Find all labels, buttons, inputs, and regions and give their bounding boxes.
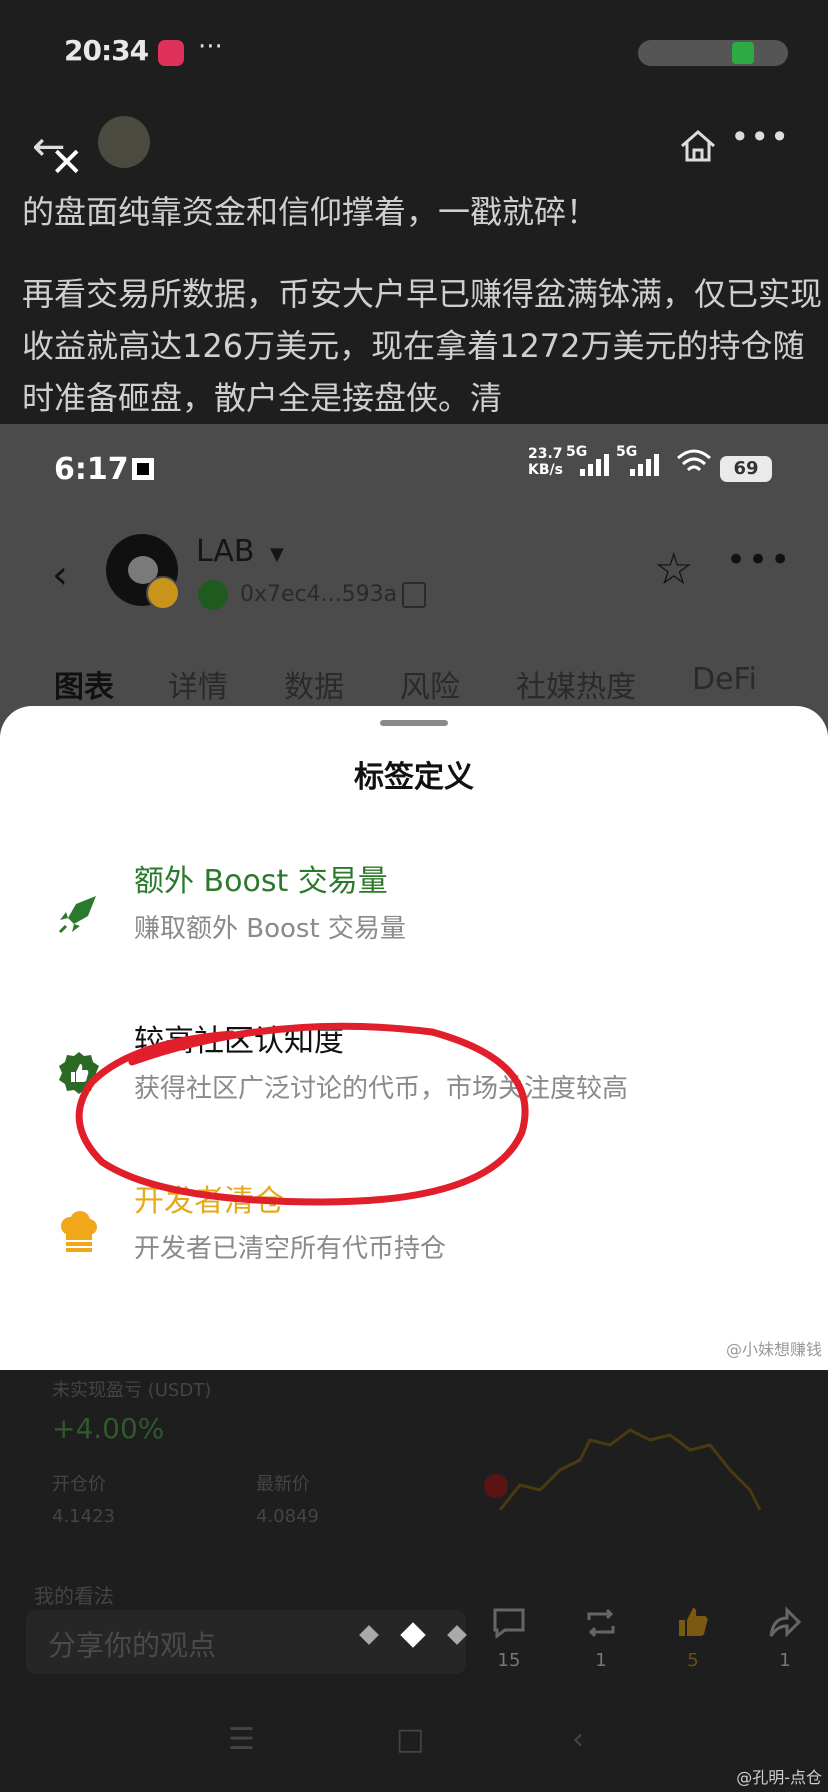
battery-icon: 69 [720, 456, 772, 482]
inner-clock: 6:17 [54, 452, 129, 487]
tab-social[interactable]: 社媒热度 [516, 662, 636, 706]
outer-nav-bar: ← ✕ ••• [0, 110, 828, 190]
red-circle-annotation [75, 1022, 529, 1206]
thumbs-up-badge-icon [198, 580, 228, 610]
signal-icon [630, 454, 662, 476]
tag-description: 开发者已清空所有代币持仓 [134, 1234, 447, 1264]
open-price-label: 开仓价 [52, 1474, 106, 1495]
rocket-icon [58, 896, 96, 934]
contract-address: 0x7ec4...593a [240, 582, 398, 607]
token-name[interactable]: LAB [196, 534, 255, 569]
back-nav-icon[interactable]: ‹ [572, 1722, 584, 1757]
star-icon[interactable]: ☆ [654, 544, 693, 595]
sheet-drag-handle[interactable] [380, 720, 448, 726]
my-view-section: 我的看法 [34, 1584, 114, 1608]
tab-risk[interactable]: 风险 [400, 662, 460, 706]
wifi-icon [677, 449, 711, 472]
outer-status-bar: 20:34 ··· [0, 0, 828, 100]
watermark: @孔明-点仓 [736, 1768, 822, 1787]
image-pager[interactable] [358, 1622, 478, 1650]
comment-button[interactable]: 15 [484, 1606, 534, 1671]
article-paragraph: 的盘面纯靠资金和信仰撑着，一戳就碎！ [22, 193, 599, 231]
embedded-screenshot: 6:17 23.7 KB/s 5G 5G 69 ‹ LAB ▼ 0x7ec4...… [0, 424, 828, 1370]
more-icon[interactable]: ••• [730, 118, 790, 156]
tab-data[interactable]: 数据 [284, 662, 344, 706]
tab-details[interactable]: 详情 [168, 662, 228, 706]
repost-button[interactable]: 1 [576, 1606, 626, 1671]
comment-count: 15 [497, 1650, 521, 1671]
watermark: @小妹想赚钱 [725, 1340, 822, 1359]
menu-nav-icon[interactable]: ☰ [228, 1722, 255, 1757]
chain-badge-icon [146, 576, 180, 610]
pager-dot[interactable] [359, 1625, 379, 1645]
net-speed: 23.7 KB/s [528, 446, 563, 478]
repost-icon [587, 1608, 615, 1638]
dropdown-caret-icon[interactable]: ▼ [270, 544, 284, 565]
tag-description: 赚取额外 Boost 交易量 [134, 914, 406, 944]
qr-icon [132, 458, 154, 480]
copy-icon[interactable] [402, 582, 426, 608]
pnl-percent: +4.00% [52, 1412, 165, 1445]
like-button[interactable]: 5 [668, 1606, 718, 1671]
like-count: 5 [687, 1650, 699, 1671]
tag-title: 额外 Boost 交易量 [134, 864, 388, 899]
token-header: ‹ LAB ▼ 0x7ec4...593a ☆ ••• [0, 526, 828, 636]
comment-placeholder: 分享你的观点 [48, 1629, 217, 1662]
app-notification-icon [158, 40, 184, 66]
pager-dot[interactable] [447, 1625, 467, 1645]
battery-pill-icon [638, 40, 788, 66]
open-price-value: 4.1423 [52, 1506, 115, 1527]
home-nav-icon[interactable]: □ [396, 1722, 424, 1757]
home-icon[interactable] [678, 126, 718, 166]
more-notifications-icon: ··· [198, 32, 223, 62]
outer-system-icons [638, 38, 788, 68]
share-count: 1 [779, 1650, 791, 1671]
like-icon [679, 1608, 708, 1636]
repost-count: 1 [595, 1650, 607, 1671]
comment-icon [493, 1608, 525, 1639]
system-nav-bar: ☰ □ ‹ [0, 1712, 828, 1772]
tab-chart[interactable]: 图表 [54, 662, 114, 706]
signal-icon [580, 454, 612, 476]
sheet-title: 标签定义 [354, 760, 474, 795]
pnl-label: 未实现盈亏 (USDT) [52, 1380, 212, 1401]
pager-dot-active[interactable] [400, 1622, 426, 1648]
share-button[interactable]: 1 [760, 1606, 810, 1671]
last-price-label: 最新价 [256, 1474, 310, 1495]
back-chevron-icon[interactable]: ‹ [52, 552, 68, 598]
price-sparkline [484, 1428, 762, 1511]
tab-defi[interactable]: DeFi [692, 662, 757, 697]
article-paragraph: 再看交易所数据，币安大户早已赚得盆满钵满，仅已实现收益就高达126万美元，现在拿… [22, 275, 823, 417]
token-tabs: 图表 详情 数据 风险 社媒热度 DeFi [54, 662, 828, 712]
author-avatar[interactable] [98, 116, 150, 168]
last-price-value: 4.0849 [256, 1506, 319, 1527]
more-icon[interactable]: ••• [726, 540, 792, 580]
sim-indicator-icon [732, 42, 754, 64]
close-icon[interactable]: ✕ [50, 140, 84, 186]
tag-item-boost: 额外 Boost 交易量 赚取额外 Boost 交易量 [0, 856, 828, 966]
article-body: 的盘面纯靠资金和信仰撑着，一戳就碎！ 再看交易所数据，币安大户早已赚得盆满钵满，… [22, 186, 822, 454]
share-icon [769, 1606, 802, 1638]
inner-status-bar: 6:17 23.7 KB/s 5G 5G 69 [0, 424, 828, 510]
outer-clock: 20:34 [64, 34, 149, 67]
